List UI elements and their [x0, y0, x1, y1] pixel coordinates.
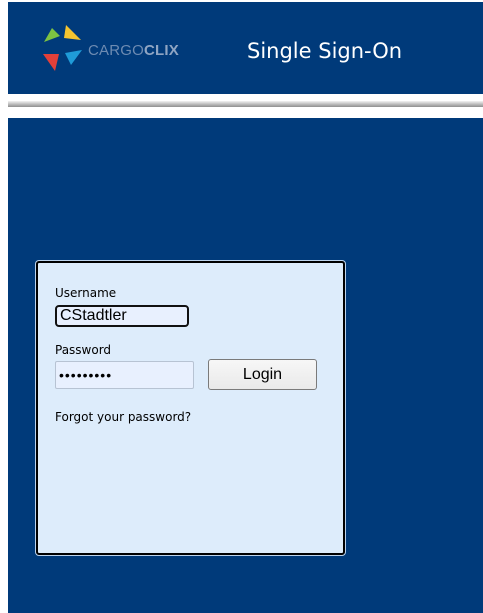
login-panel: Username Password Login Forgot your pass… — [36, 261, 345, 555]
divider-bar — [8, 101, 483, 107]
logo-wordmark-light: CARGO — [88, 42, 145, 59]
logo-wordmark: CARGOCLIX — [88, 42, 179, 60]
page-title: Single Sign-On — [247, 39, 403, 63]
password-input[interactable] — [55, 361, 194, 389]
cargoclix-logo-icon — [43, 25, 82, 71]
password-label: Password — [55, 343, 112, 357]
login-button[interactable]: Login — [208, 359, 317, 390]
forgot-password-link[interactable]: Forgot your password? — [55, 410, 191, 424]
username-label: Username — [55, 286, 117, 300]
logo-wordmark-bold: CLIX — [144, 42, 179, 59]
header-divider — [8, 94, 483, 114]
header-bar: CARGOCLIX Single Sign-On — [8, 2, 483, 94]
sso-login-screen: CARGOCLIX Single Sign-On Username Passwo… — [0, 0, 483, 613]
username-input[interactable] — [55, 305, 189, 327]
